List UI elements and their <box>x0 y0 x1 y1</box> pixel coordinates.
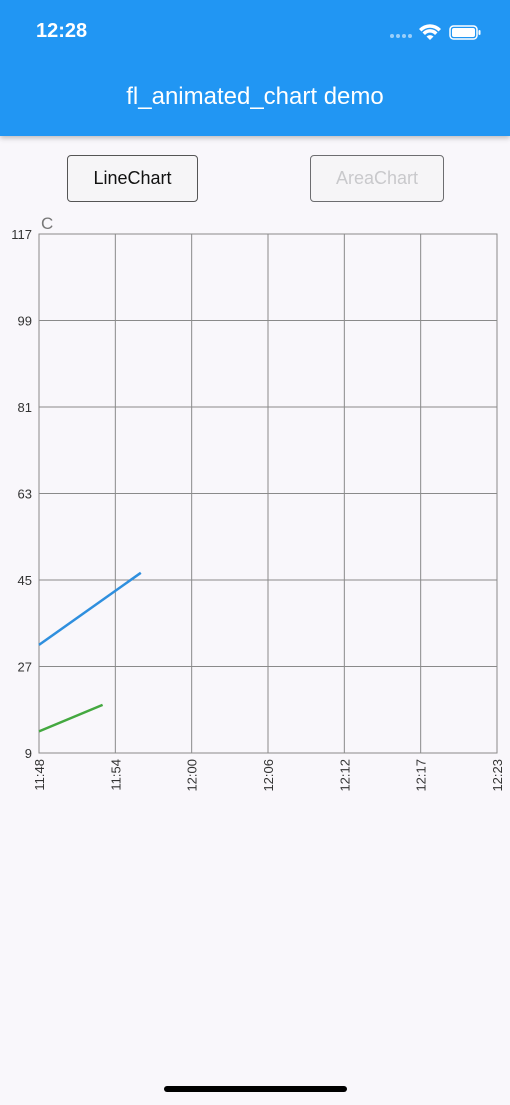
battery-icon <box>449 25 481 40</box>
x-tick-label: 12:00 <box>185 759 200 792</box>
x-tick-label: 11:54 <box>108 759 123 791</box>
y-tick-label: 45 <box>18 573 32 588</box>
y-tick-labels: 9 27 45 63 81 99 117 <box>11 227 32 761</box>
x-tick-label: 12:06 <box>261 759 276 792</box>
y-axis-label: C <box>41 214 53 233</box>
chart-grid <box>38 233 498 754</box>
wifi-icon <box>419 24 441 40</box>
signal-dots-icon <box>390 34 412 38</box>
y-tick-label: 117 <box>11 227 32 242</box>
app-bar: 12:28 fl_animated_chart demo <box>0 0 510 136</box>
series-line <box>38 571 142 646</box>
x-tick-label: 12:23 <box>490 759 505 792</box>
app-title: fl_animated_chart demo <box>126 83 384 110</box>
y-tick-label: 27 <box>18 660 32 675</box>
line-chart-button[interactable]: LineChart <box>67 155 198 202</box>
y-tick-label: 9 <box>25 746 32 761</box>
y-tick-label: 63 <box>18 487 32 502</box>
status-time: 12:28 <box>36 20 88 42</box>
series-line <box>38 703 104 733</box>
x-tick-label: 12:17 <box>414 759 429 792</box>
x-tick-label: 12:12 <box>337 759 352 792</box>
x-tick-labels: 11:48 11:54 12:00 12:06 12:12 12:17 12:23 <box>32 759 505 792</box>
chart-series <box>38 571 142 733</box>
line-chart: C 9 27 45 63 81 99 117 11:48 11:54 12:00 12:06 12:… <box>11 214 505 792</box>
x-tick-label: 11:48 <box>32 759 47 791</box>
y-tick-label: 99 <box>18 314 32 329</box>
home-indicator <box>164 1086 347 1092</box>
area-chart-button: AreaChart <box>310 155 444 202</box>
status-icons <box>390 24 481 40</box>
y-tick-label: 81 <box>18 400 32 415</box>
